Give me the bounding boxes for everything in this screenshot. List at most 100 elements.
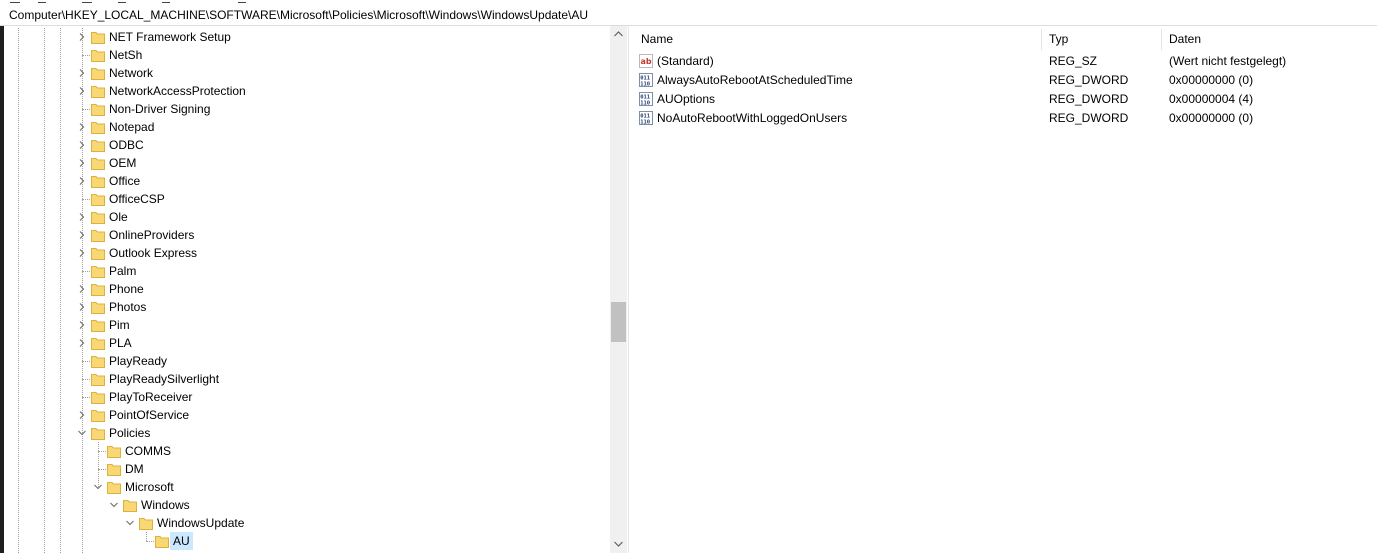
- chevron-right-icon[interactable]: [76, 316, 88, 334]
- chevron-right-icon[interactable]: [76, 64, 88, 82]
- tree-item-label: Notepad: [109, 120, 155, 134]
- tree-item-officecsp[interactable]: OfficeCSP: [4, 190, 604, 208]
- tree-connector-line: [82, 361, 90, 362]
- column-header-data[interactable]: Daten: [1161, 29, 1377, 50]
- tree-item-outlook-express[interactable]: Outlook Express: [4, 244, 604, 262]
- tree-item-palm[interactable]: Palm: [4, 262, 604, 280]
- tree-item-netsh[interactable]: NetSh: [4, 46, 604, 64]
- chevron-right-icon[interactable]: [76, 136, 88, 154]
- chevron-right-icon[interactable]: [76, 334, 88, 352]
- value-data: 0x00000000 (0): [1169, 111, 1254, 125]
- folder-icon: [91, 30, 105, 44]
- chevron-down-icon[interactable]: [76, 424, 88, 442]
- scroll-up-button[interactable]: [610, 26, 627, 43]
- svg-text:110: 110: [640, 100, 650, 106]
- chevron-down-icon[interactable]: [124, 514, 136, 532]
- svg-text:110: 110: [640, 119, 650, 125]
- folder-icon: [91, 390, 105, 404]
- tree-item-windows[interactable]: Windows: [4, 496, 604, 514]
- folder-icon: [139, 516, 153, 530]
- chevron-right-icon[interactable]: [76, 172, 88, 190]
- values-list-pane[interactable]: Name Typ Daten ab (Standard) REG_SZ (Wert n…: [633, 26, 1377, 553]
- tree-item-label: Policies: [109, 426, 151, 440]
- tree-item-label: Network: [109, 66, 154, 80]
- folder-icon: [91, 84, 105, 98]
- tree-item-au[interactable]: AU: [4, 532, 604, 550]
- tree-connector-line: [82, 190, 83, 199]
- folder-icon: [91, 408, 105, 422]
- chevron-right-icon[interactable]: [76, 280, 88, 298]
- value-row[interactable]: 011 110 NoAutoRebootWithLoggedOnUsers REG_D…: [633, 109, 1377, 128]
- tree-connector-line: [98, 451, 106, 452]
- chevron-right-icon[interactable]: [76, 208, 88, 226]
- tree-item-playreadysilverlight[interactable]: PlayReadySilverlight: [4, 370, 604, 388]
- folder-icon: [91, 372, 105, 386]
- folder-icon: [91, 66, 105, 80]
- tree-item-label: Non-Driver Signing: [109, 102, 211, 116]
- address-bar[interactable]: Computer\HKEY_LOCAL_MACHINE\SOFTWARE\Mic…: [0, 5, 1377, 26]
- tree-item-label: PlayToReceiver: [109, 390, 193, 404]
- tree-item-pim[interactable]: Pim: [4, 316, 604, 334]
- tree-connector-line: [82, 388, 83, 397]
- chevron-right-icon[interactable]: [76, 82, 88, 100]
- scroll-thumb[interactable]: [611, 302, 626, 342]
- tree-item-odbc[interactable]: ODBC: [4, 136, 604, 154]
- value-row[interactable]: ab (Standard) REG_SZ (Wert nicht festgelegt…: [633, 52, 1377, 71]
- tree-item-network[interactable]: Network: [4, 64, 604, 82]
- tree-item-onlineproviders[interactable]: OnlineProviders: [4, 226, 604, 244]
- folder-icon: [91, 282, 105, 296]
- tree-item-comms[interactable]: COMMS: [4, 442, 604, 460]
- tree-item-label: PointOfService: [109, 408, 190, 422]
- tree-item-label: COMMS: [125, 444, 171, 458]
- folder-icon: [91, 102, 105, 116]
- tree-item-playtoreceiver[interactable]: PlayToReceiver: [4, 388, 604, 406]
- tree-item-phone[interactable]: Phone: [4, 280, 604, 298]
- tree-item-net-framework-setup[interactable]: NET Framework Setup: [4, 28, 604, 46]
- tree-item-ole[interactable]: Ole: [4, 208, 604, 226]
- chevron-right-icon[interactable]: [76, 118, 88, 136]
- tree-item-pla[interactable]: PLA: [4, 334, 604, 352]
- column-type-label: Typ: [1049, 32, 1069, 46]
- tree-item-photos[interactable]: Photos: [4, 298, 604, 316]
- tree-item-dm[interactable]: DM: [4, 460, 604, 478]
- column-header-type[interactable]: Typ: [1041, 29, 1161, 50]
- registry-tree-pane[interactable]: NET Framework Setup NetSh Network NetworkAc…: [4, 26, 628, 553]
- value-row[interactable]: 011 110 AUOptions REG_DWORD 0x00000004 (4): [633, 90, 1377, 109]
- scroll-down-button[interactable]: [610, 536, 627, 553]
- value-type: REG_DWORD: [1049, 73, 1129, 87]
- tree-item-office[interactable]: Office: [4, 172, 604, 190]
- chevron-right-icon[interactable]: [76, 244, 88, 262]
- tree-item-non-driver-signing[interactable]: Non-Driver Signing: [4, 100, 604, 118]
- tree-item-policies[interactable]: Policies: [4, 424, 604, 442]
- folder-icon: [155, 534, 169, 548]
- chevron-right-icon[interactable]: [76, 28, 88, 46]
- tree-item-label: Photos: [109, 300, 147, 314]
- tree-connector-line: [82, 370, 83, 379]
- column-header-name[interactable]: Name: [633, 29, 1041, 50]
- folder-icon: [91, 192, 105, 206]
- tree-connector-line: [82, 379, 90, 380]
- tree-item-playready[interactable]: PlayReady: [4, 352, 604, 370]
- tree-item-notepad[interactable]: Notepad: [4, 118, 604, 136]
- chevron-right-icon[interactable]: [76, 154, 88, 172]
- folder-icon: [91, 138, 105, 152]
- value-type: REG_SZ: [1049, 54, 1098, 68]
- chevron-down-icon[interactable]: [108, 496, 120, 514]
- tree-scrollbar[interactable]: [610, 26, 627, 553]
- chevron-right-icon[interactable]: [76, 406, 88, 424]
- tree-item-pointofservice[interactable]: PointOfService: [4, 406, 604, 424]
- chevron-down-icon[interactable]: [92, 478, 104, 496]
- tree-item-oem[interactable]: OEM: [4, 154, 604, 172]
- tree-item-windowsupdate[interactable]: WindowsUpdate: [4, 514, 604, 532]
- tree-item-label: NetSh: [109, 48, 143, 62]
- tree-item-microsoft[interactable]: Microsoft: [4, 478, 604, 496]
- chevron-right-icon[interactable]: [76, 298, 88, 316]
- value-row[interactable]: 011 110 AlwaysAutoRebootAtScheduledTime REG…: [633, 71, 1377, 90]
- chevron-right-icon[interactable]: [76, 226, 88, 244]
- tree-item-label: Ole: [109, 210, 128, 224]
- tree-item-networkaccessprotection[interactable]: NetworkAccessProtection: [4, 82, 604, 100]
- value-data: 0x00000000 (0): [1169, 73, 1254, 87]
- folder-icon: [91, 300, 105, 314]
- tree-connector-line: [82, 397, 90, 398]
- svg-text:ab: ab: [641, 57, 652, 66]
